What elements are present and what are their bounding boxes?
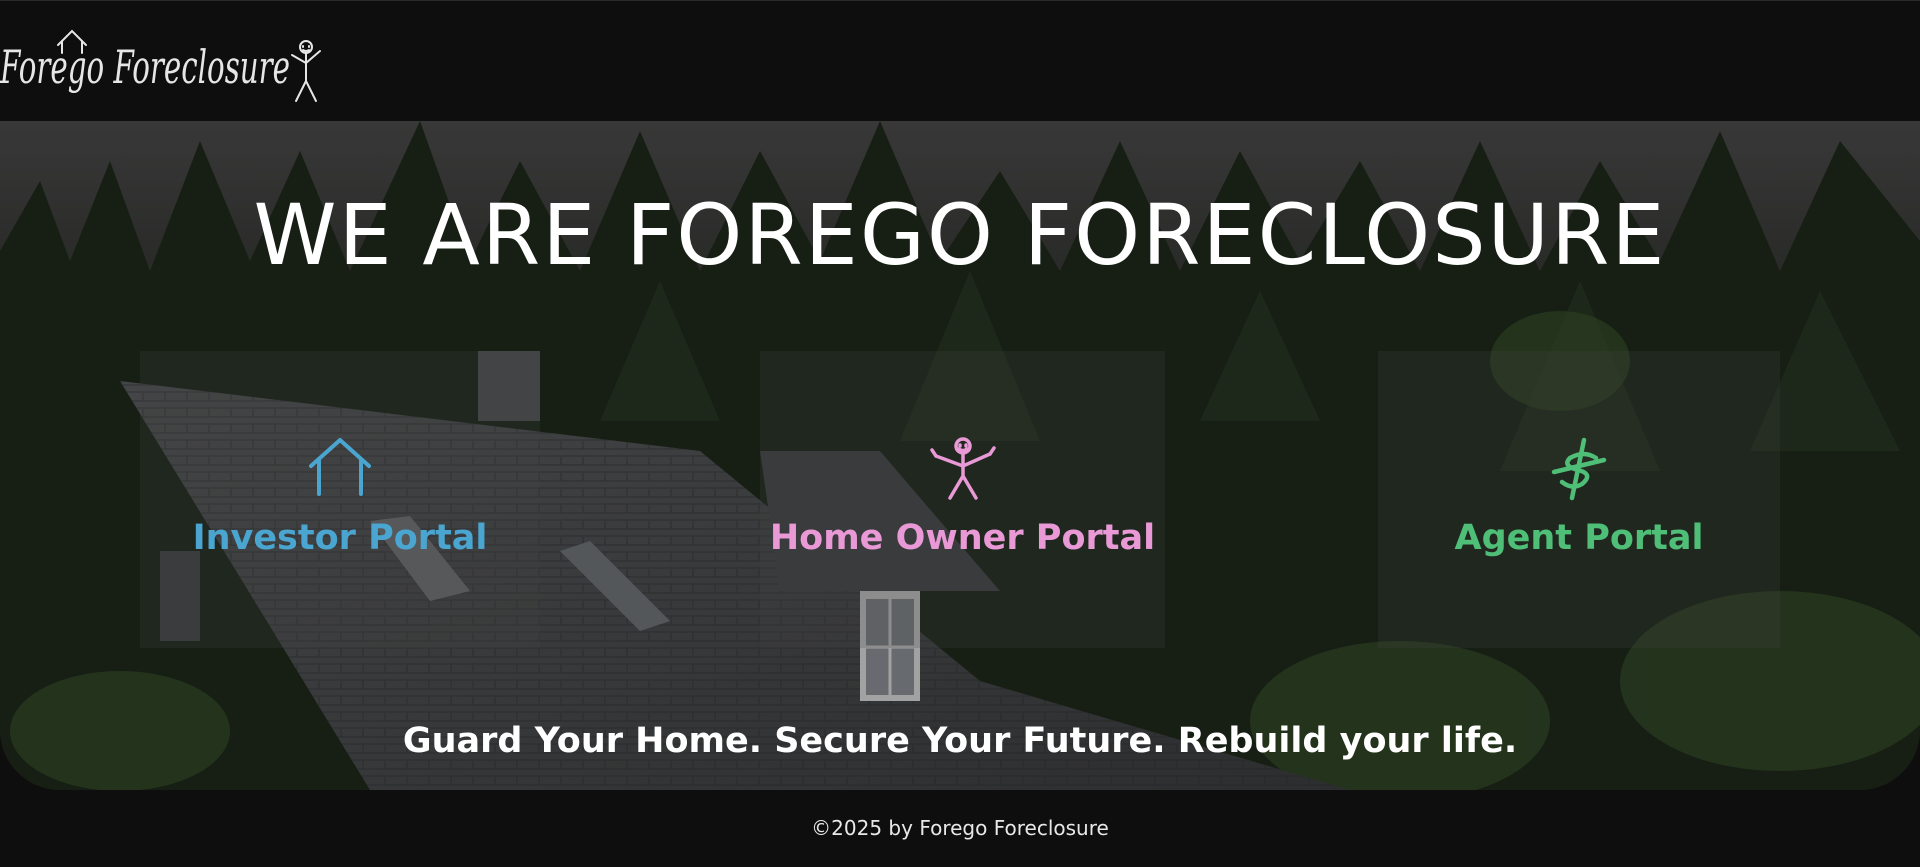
stick-figure-icon bbox=[929, 437, 996, 500]
site-footer: ©2025 by Forego Foreclosure bbox=[0, 790, 1920, 867]
investor-portal-label[interactable]: Investor Portal bbox=[140, 518, 540, 558]
house-outline-icon bbox=[309, 438, 371, 496]
agent-portal-card[interactable]: Agent Portal bbox=[1378, 351, 1780, 648]
home-owner-portal-card[interactable]: Home Owner Portal bbox=[760, 351, 1165, 648]
logo-text: Forego Foreclosure bbox=[0, 40, 290, 94]
home-owner-portal-label[interactable]: Home Owner Portal bbox=[760, 518, 1165, 558]
hero-tagline: Guard Your Home. Secure Your Future. Reb… bbox=[402, 721, 1518, 761]
dollar-sign-icon bbox=[1551, 437, 1607, 501]
site-header: Forego Foreclosure bbox=[0, 0, 1920, 121]
hero-title: WE ARE FOREGO FORECLOSURE bbox=[253, 186, 1667, 284]
copyright-text: ©2025 by Forego Foreclosure bbox=[811, 816, 1109, 840]
agent-portal-label[interactable]: Agent Portal bbox=[1378, 518, 1780, 558]
hero-section: WE ARE FOREGO FORECLOSURE Investor Porta… bbox=[0, 121, 1920, 790]
investor-portal-card[interactable]: Investor Portal bbox=[140, 351, 540, 648]
site-logo[interactable]: Forego Foreclosure bbox=[0, 11, 340, 111]
